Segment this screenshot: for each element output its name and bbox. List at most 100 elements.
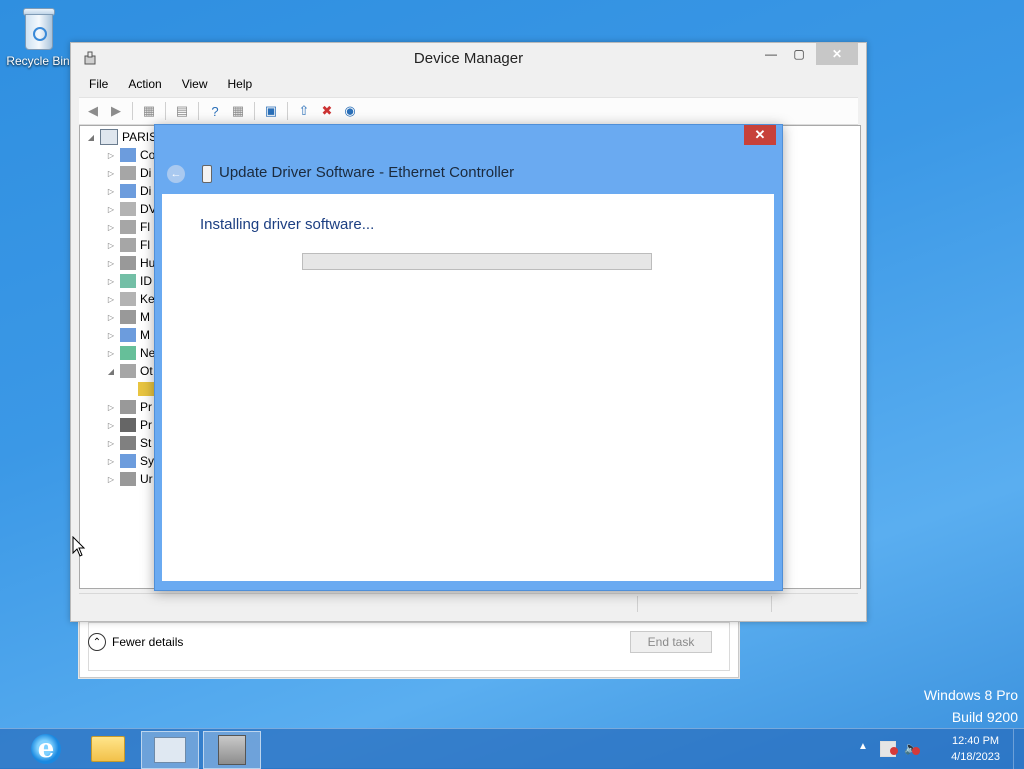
- tree-category-item[interactable]: ▷ Pr: [106, 416, 152, 434]
- collapsed-triangle-icon[interactable]: ▷: [106, 205, 116, 214]
- tree-category-item[interactable]: ▷ Di: [106, 182, 151, 200]
- tree-item-label: Di: [140, 184, 152, 198]
- tree-item-label: Di: [140, 166, 152, 180]
- action-pane-icon[interactable]: ▦: [228, 101, 248, 121]
- tree-item-label: Ur: [140, 472, 153, 486]
- tree-item-label: Pr: [140, 400, 152, 414]
- back-icon[interactable]: ◀: [83, 101, 103, 121]
- window-title: Device Manager: [413, 50, 524, 67]
- tree-category-item[interactable]: ▷ Sy: [106, 452, 154, 470]
- collapsed-triangle-icon[interactable]: ▷: [106, 187, 116, 196]
- device-category-icon: [120, 472, 136, 486]
- collapsed-triangle-icon[interactable]: ▷: [106, 151, 116, 160]
- collapsed-triangle-icon[interactable]: ▷: [106, 331, 116, 340]
- recycle-bin-label: Recycle Bin: [6, 54, 70, 68]
- maximize-button[interactable]: ▢: [784, 43, 814, 65]
- tree-category-item[interactable]: ▷ Fl: [106, 236, 150, 254]
- device-category-icon: [120, 346, 136, 360]
- taskbar-task-manager[interactable]: [141, 731, 199, 769]
- tree-category-item[interactable]: ▷ M: [106, 326, 150, 344]
- device-category-icon: [120, 274, 136, 288]
- task-manager-icon: [154, 737, 186, 763]
- tree-item-label: St: [140, 436, 152, 450]
- warning-device-icon: [138, 382, 154, 396]
- expanded-triangle-icon: ◢: [87, 132, 95, 142]
- device-category-icon: [120, 148, 136, 162]
- collapsed-triangle-icon[interactable]: ▷: [106, 421, 116, 430]
- taskbar-file-explorer[interactable]: [80, 731, 136, 767]
- watermark-build: Build 9200: [951, 709, 1018, 725]
- collapsed-triangle-icon[interactable]: ▷: [106, 259, 116, 268]
- show-desktop-button[interactable]: [1013, 729, 1024, 769]
- tree-category-item[interactable]: ▷ Pr: [106, 398, 152, 416]
- menu-action[interactable]: Action: [118, 75, 171, 95]
- tree-root[interactable]: ◢ PARIS: [86, 128, 157, 146]
- collapsed-triangle-icon[interactable]: ▷: [106, 403, 116, 412]
- collapsed-triangle-icon[interactable]: ▷: [106, 241, 116, 250]
- network-error-badge-icon: [890, 747, 898, 755]
- tree-category-item[interactable]: ▷ Di: [106, 164, 151, 182]
- help-icon[interactable]: ?: [205, 101, 225, 121]
- enable-device-icon[interactable]: ◉: [340, 101, 360, 121]
- dialog-close-button[interactable]: ✕: [744, 125, 776, 145]
- clock[interactable]: 12:40 PM 4/18/2023: [951, 733, 1000, 765]
- collapsed-triangle-icon[interactable]: ▷: [106, 295, 116, 304]
- folder-icon: [91, 736, 125, 762]
- device-category-icon: [120, 292, 136, 306]
- collapsed-triangle-icon[interactable]: ▷: [106, 277, 116, 286]
- device-manager-titlebar[interactable]: Device Manager — ▢ ✕: [71, 43, 866, 73]
- install-progress-bar: [302, 253, 652, 270]
- watermark-edition: Windows 8 Pro: [923, 687, 1018, 703]
- device-category-icon: [120, 454, 136, 468]
- collapsed-triangle-icon[interactable]: ▷: [106, 313, 116, 322]
- taskbar-internet-explorer[interactable]: e: [18, 731, 74, 767]
- device-category-icon: [120, 310, 136, 324]
- fewer-details-button[interactable]: ⌃ Fewer details: [88, 633, 183, 651]
- collapsed-triangle-icon[interactable]: ▷: [106, 439, 116, 448]
- scan-hardware-icon[interactable]: ▣: [261, 101, 281, 121]
- uninstall-icon[interactable]: ✖: [317, 101, 337, 121]
- tree-category-item[interactable]: ▷ Hu: [106, 254, 155, 272]
- tree-category-item[interactable]: ▷ M: [106, 308, 150, 326]
- update-driver-icon[interactable]: ⇧: [294, 101, 314, 121]
- collapsed-triangle-icon[interactable]: ▷: [106, 169, 116, 178]
- menu-view[interactable]: View: [172, 75, 218, 95]
- back-arrow-icon[interactable]: ←: [167, 165, 185, 183]
- collapsed-triangle-icon[interactable]: ▷: [106, 457, 116, 466]
- mouse-cursor-icon: [72, 536, 86, 557]
- device-category-icon: [120, 436, 136, 450]
- toolbar-separator: [198, 102, 199, 120]
- taskbar-device-manager[interactable]: [203, 731, 261, 769]
- device-category-icon: [120, 184, 136, 198]
- menu-help[interactable]: Help: [218, 75, 263, 95]
- tree-category-item[interactable]: ▷ Ur: [106, 470, 153, 488]
- tree-item-label: Pr: [140, 418, 152, 432]
- tree-item-label: Fl: [140, 238, 150, 252]
- tree-category-item[interactable]: ▷ Co: [106, 146, 155, 164]
- collapsed-triangle-icon[interactable]: ▷: [106, 223, 116, 232]
- tree-category-item[interactable]: ▷ St: [106, 434, 151, 452]
- collapsed-triangle-icon[interactable]: ▷: [106, 475, 116, 484]
- recycle-bin-shortcut[interactable]: Recycle Bin: [4, 6, 72, 68]
- minimize-button[interactable]: —: [756, 43, 786, 65]
- device-category-icon: [120, 166, 136, 180]
- windows-watermark: Windows 8 Pro Build 9200: [924, 684, 1018, 728]
- tree-category-item[interactable]: ▷ ID: [106, 272, 152, 290]
- close-button[interactable]: ✕: [816, 43, 858, 65]
- menu-file[interactable]: File: [79, 75, 118, 95]
- tree-category-item[interactable]: ◢ Ot: [106, 362, 153, 380]
- tree-category-item[interactable]: ▷ Ke: [106, 290, 155, 308]
- tree-category-item[interactable]: ▷ DV: [106, 200, 157, 218]
- end-task-button[interactable]: End task: [630, 631, 712, 653]
- tree-category-item[interactable]: ▷ Fl: [106, 218, 150, 236]
- expanded-triangle-icon[interactable]: ◢: [106, 367, 116, 376]
- device-category-icon: [120, 220, 136, 234]
- show-hide-console-tree-icon[interactable]: ▦: [139, 101, 159, 121]
- properties-icon[interactable]: ▤: [172, 101, 192, 121]
- tree-category-item[interactable]: ▷ Ne: [106, 344, 155, 362]
- tree-item-label: Fl: [140, 220, 150, 234]
- tree-item-label: Ot: [140, 364, 153, 378]
- collapsed-triangle-icon[interactable]: ▷: [106, 349, 116, 358]
- forward-icon[interactable]: ▶: [106, 101, 126, 121]
- show-hidden-icons-chevron-icon[interactable]: ▲: [858, 741, 868, 752]
